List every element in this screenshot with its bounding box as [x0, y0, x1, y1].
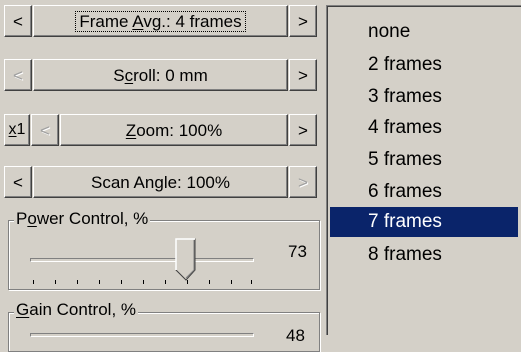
scan-angle-button[interactable]: Scan Angle: 100%	[33, 166, 288, 198]
frame-avg-next-label: >	[298, 11, 308, 31]
dropdown-option-none[interactable]: none	[330, 17, 518, 47]
power-control-title: Power Control, %	[14, 209, 151, 229]
scroll-button[interactable]: Scroll: 0 mm	[33, 59, 288, 91]
power-slider-track[interactable]	[30, 258, 254, 262]
dropdown-option-2-frames[interactable]: 2 frames	[330, 50, 518, 80]
zoom-reset-label: x1	[8, 121, 26, 138]
zoom-next-label: >	[298, 120, 308, 140]
power-value: 73	[288, 242, 307, 261]
gain-slider-track[interactable]	[30, 333, 254, 337]
frame-avg-prev-button[interactable]: <	[4, 5, 32, 37]
zoom-button[interactable]: Zoom: 100%	[60, 114, 288, 146]
scroll-label: Scroll: 0 mm	[113, 65, 208, 85]
dropdown-option-7-frames[interactable]: 7 frames	[330, 207, 518, 237]
gain-value: 48	[286, 326, 305, 345]
dropdown-option-4-frames[interactable]: 4 frames	[330, 113, 518, 143]
frame-avg-next-button[interactable]: >	[289, 5, 317, 37]
dropdown-option-6-frames[interactable]: 6 frames	[330, 177, 518, 207]
zoom-reset-button[interactable]: x1	[4, 114, 30, 146]
gain-control-title: Gain Control, %	[14, 300, 139, 320]
scroll-prev-button[interactable]: <	[4, 59, 32, 91]
frame-avg-dropdown-list[interactable]: none 2 frames 3 frames 4 frames 5 frames…	[326, 5, 521, 335]
scan-angle-label: Scan Angle: 100%	[91, 172, 230, 192]
power-slider-thumb[interactable]	[175, 238, 197, 282]
zoom-prev-button[interactable]: <	[31, 114, 59, 146]
scroll-next-label: >	[298, 65, 308, 85]
scroll-next-button[interactable]: >	[289, 59, 317, 91]
zoom-prev-label: <	[40, 120, 50, 140]
dropdown-option-3-frames[interactable]: 3 frames	[330, 82, 518, 112]
frame-avg-label: Frame Avg.: 4 frames	[75, 10, 246, 32]
dropdown-option-5-frames[interactable]: 5 frames	[330, 145, 518, 175]
scan-angle-next-button[interactable]: >	[289, 166, 317, 198]
zoom-label: Zoom: 100%	[125, 120, 223, 140]
scan-angle-next-label: >	[298, 172, 308, 192]
scroll-prev-label: <	[13, 65, 23, 85]
zoom-next-button[interactable]: >	[289, 114, 317, 146]
scan-angle-prev-label: <	[13, 172, 23, 192]
scan-angle-prev-button[interactable]: <	[4, 166, 32, 198]
dropdown-option-8-frames[interactable]: 8 frames	[330, 240, 518, 270]
frame-avg-dropdown-button[interactable]: Frame Avg.: 4 frames	[33, 5, 288, 37]
frame-avg-prev-label: <	[13, 11, 23, 31]
